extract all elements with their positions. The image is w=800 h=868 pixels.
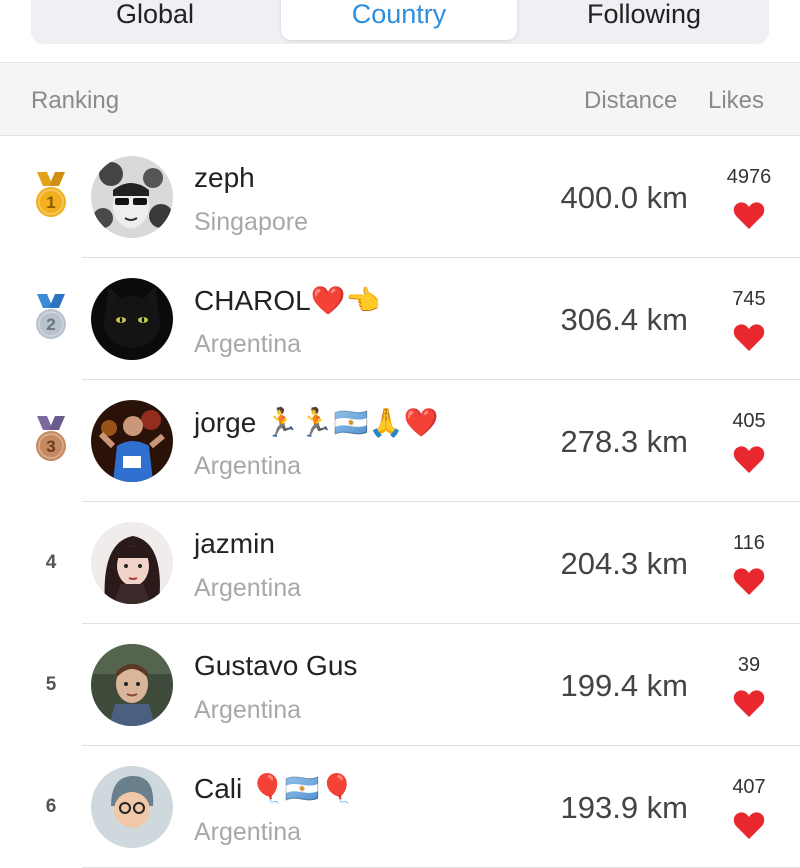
heart-icon[interactable]	[733, 688, 765, 718]
heart-icon[interactable]	[733, 444, 765, 474]
user-avatar[interactable]	[91, 156, 173, 238]
likes-column-header: Likes	[708, 87, 765, 114]
user-country: Argentina	[194, 452, 302, 480]
heart-icon[interactable]	[733, 200, 765, 230]
distance-value: 199.4 km	[560, 668, 688, 703]
distance-value: 193.9 km	[560, 790, 688, 825]
leaderboard-list: 1 zeph Singapore 400.0 km 4976 2 CHAROL❤️👈 Arge…	[0, 136, 800, 868]
tab-following[interactable]: Following	[523, 0, 765, 40]
rank-indicator: 2	[30, 258, 72, 380]
likes-count: 39	[737, 654, 761, 676]
distance-value: 400.0 km	[560, 180, 688, 215]
user-name: Gustavo Gus	[194, 650, 358, 681]
user-avatar[interactable]	[91, 766, 173, 848]
heart-icon[interactable]	[733, 322, 765, 352]
leaderboard-row[interactable]: 1 zeph Singapore 400.0 km 4976	[0, 136, 800, 258]
gold-medal-icon: 1	[36, 172, 66, 217]
svg-text:3: 3	[46, 437, 55, 456]
ranking-column-header: Ranking	[31, 87, 120, 114]
user-country: Argentina	[194, 696, 302, 724]
rank-indicator: 6	[45, 796, 57, 817]
user-country: Argentina	[194, 574, 302, 602]
distance-value: 204.3 km	[560, 546, 688, 581]
user-country: Singapore	[194, 208, 308, 236]
bronze-medal-icon: 3	[36, 416, 66, 461]
silver-medal-icon: 2	[36, 294, 66, 339]
user-name: CHAROL❤️👈	[194, 285, 381, 316]
svg-text:2: 2	[46, 315, 55, 334]
rank-indicator: 5	[45, 674, 57, 695]
user-name: jazmin	[194, 528, 275, 559]
tab-country[interactable]: Country	[281, 0, 517, 40]
user-name: Cali 🎈🇦🇷🎈	[194, 773, 355, 804]
likes-count: 116	[733, 532, 765, 554]
likes-count: 405	[732, 410, 766, 432]
likes-count: 407	[732, 776, 766, 798]
svg-text:1: 1	[46, 193, 55, 212]
leaderboard-row[interactable]: 5 Gustavo Gus Argentina 199.4 km 39	[0, 624, 800, 746]
user-avatar[interactable]	[91, 522, 173, 604]
rank-indicator: 1	[30, 136, 72, 258]
user-country: Argentina	[194, 330, 302, 358]
segmented-control: Global Country Following	[31, 0, 769, 44]
tab-global[interactable]: Global	[35, 0, 275, 40]
user-avatar[interactable]	[91, 400, 173, 482]
leaderboard-row[interactable]: 6 Cali 🎈🇦🇷🎈 Argentina 193.9 km 407	[0, 746, 800, 868]
user-country: Argentina	[194, 818, 302, 846]
user-name: zeph	[194, 162, 255, 193]
distance-value: 278.3 km	[560, 424, 688, 459]
distance-value: 306.4 km	[560, 302, 688, 337]
heart-icon[interactable]	[733, 810, 765, 840]
leaderboard-row[interactable]: 4 jazmin Argentina 204.3 km 116	[0, 502, 800, 624]
rank-indicator: 3	[30, 380, 72, 502]
leaderboard-row[interactable]: 3 jorge 🏃🏃🇦🇷🙏❤️ Argentina 278.3 km 405	[0, 380, 800, 502]
segmented-control-bar: Global Country Following	[0, 0, 800, 62]
leaderboard-row[interactable]: 2 CHAROL❤️👈 Argentina 306.4 km 745	[0, 258, 800, 380]
user-name: jorge 🏃🏃🇦🇷🙏❤️	[194, 407, 439, 438]
user-avatar[interactable]	[91, 644, 173, 726]
likes-count: 745	[732, 288, 766, 310]
distance-column-header: Distance	[584, 87, 678, 114]
rank-indicator: 4	[45, 552, 57, 573]
leaderboard-header: Ranking Distance Likes	[0, 62, 800, 136]
heart-icon[interactable]	[733, 566, 765, 596]
likes-count: 4976	[726, 166, 772, 188]
user-avatar[interactable]	[91, 278, 173, 360]
